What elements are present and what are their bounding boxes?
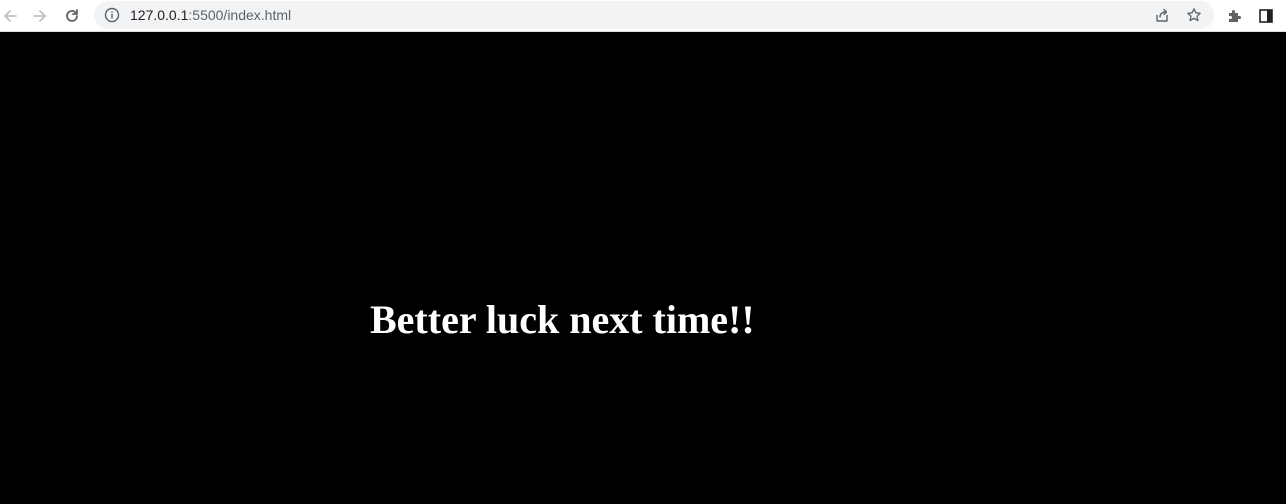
info-icon[interactable] [104, 7, 120, 23]
puzzle-icon [1229, 10, 1241, 22]
reload-button[interactable] [60, 4, 84, 28]
arrow-right-icon [33, 10, 46, 22]
star-icon [1187, 8, 1201, 22]
url-text[interactable]: 127.0.0.1:5500/index.html [130, 6, 291, 24]
bookmark-button[interactable] [1184, 5, 1204, 25]
url-host: 127.0.0.1 [130, 7, 189, 23]
reload-icon [66, 9, 78, 22]
share-icon [1156, 8, 1168, 22]
side-panel-button[interactable] [1254, 4, 1278, 28]
url-path: :5500/index.html [188, 7, 292, 23]
page-content: Better luck next time!! [0, 32, 1286, 504]
arrow-left-icon [4, 10, 17, 22]
extensions-button[interactable] [1223, 4, 1247, 28]
forward-button[interactable] [28, 4, 52, 28]
share-button[interactable] [1152, 5, 1172, 25]
browser-toolbar: 127.0.0.1:5500/index.html [0, 0, 1286, 32]
side-panel-icon [1259, 9, 1273, 23]
result-message: Better luck next time!! [370, 297, 755, 342]
address-bar[interactable]: 127.0.0.1:5500/index.html [94, 1, 1214, 29]
back-button[interactable] [0, 4, 22, 28]
